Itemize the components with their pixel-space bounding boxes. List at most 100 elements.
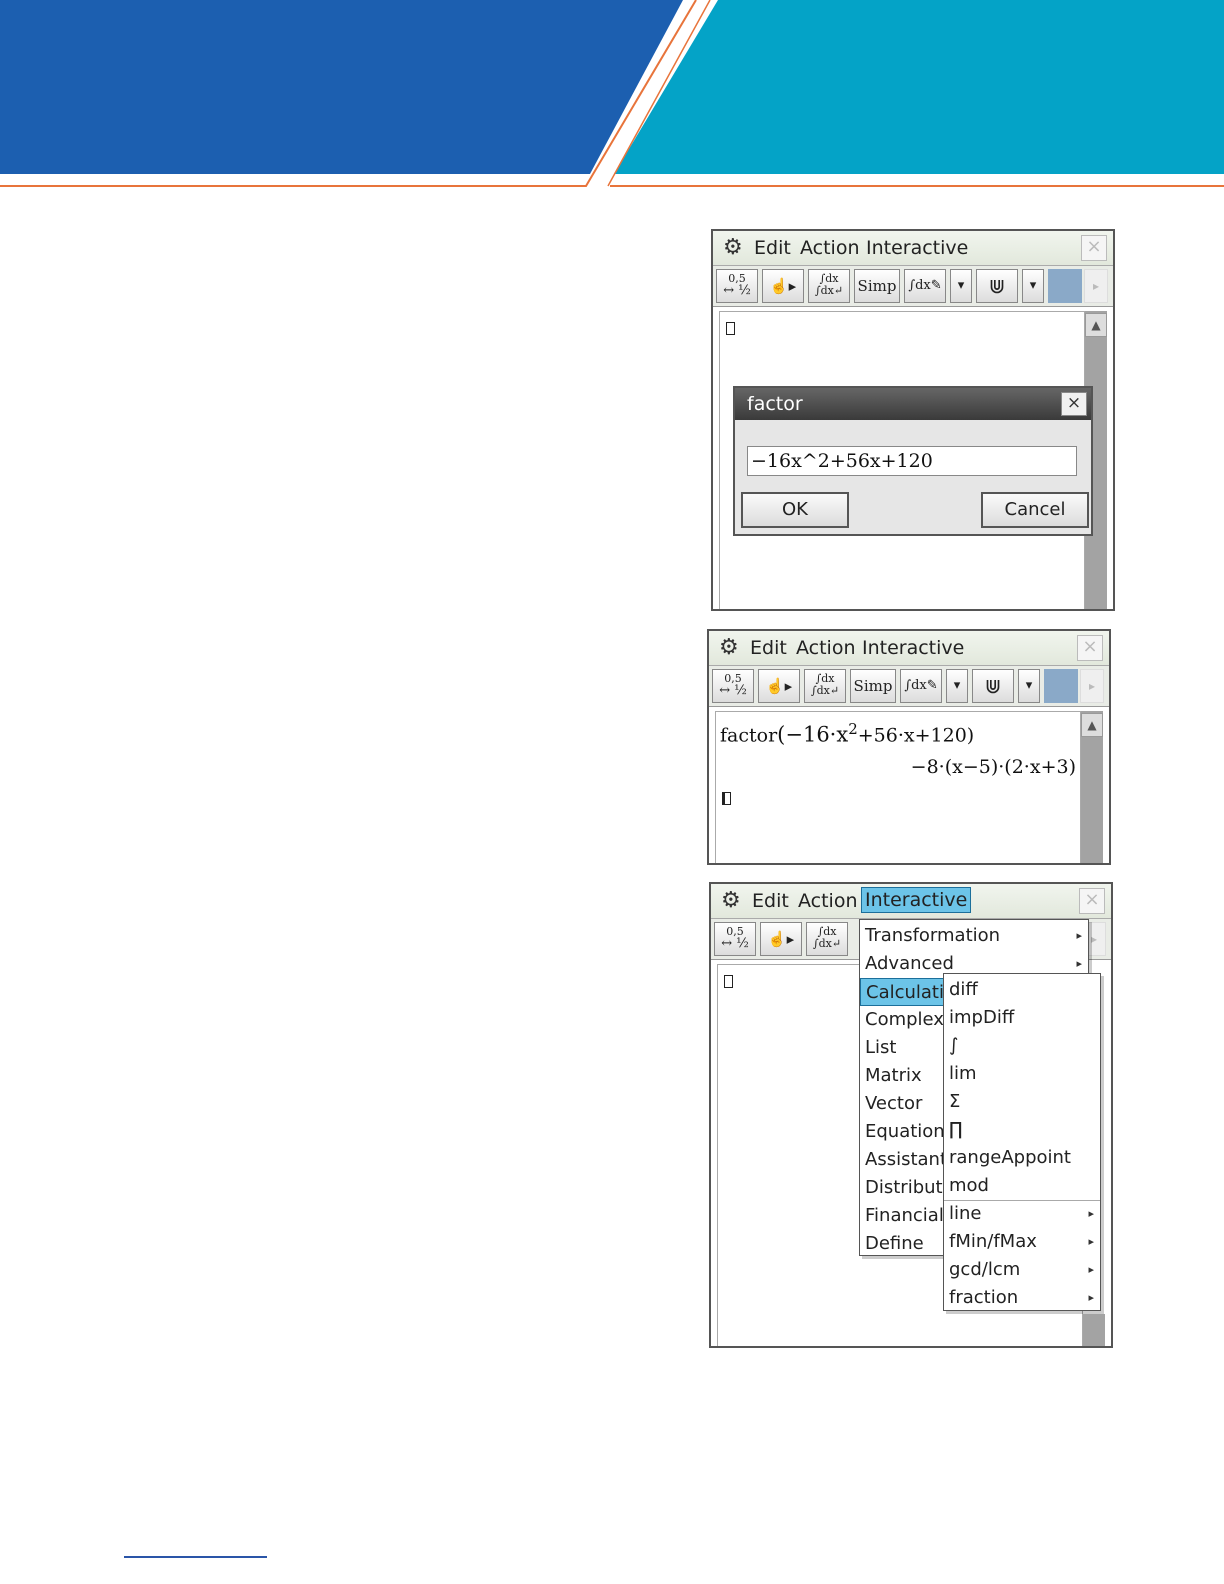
cancel-button[interactable]: Cancel [981,492,1089,528]
menu-edit[interactable]: Edit [747,636,790,660]
toolbar-scroll-right[interactable]: ▸ [1084,269,1108,303]
scroll-up-icon[interactable]: ▲ [1085,313,1107,337]
menu-item-label: Financial [865,1205,944,1226]
menu-action[interactable]: Action [797,236,863,260]
integral-button[interactable]: ∫dx ∫dx↵ [806,922,848,956]
menu-item-label: Equation/ [865,1121,951,1142]
graph-dropdown-button[interactable]: ▾ [1018,669,1040,703]
menu-item-label: Vector [865,1093,923,1114]
toolbar: 0,5 ↔ ½ ☝▸ ∫dx ∫dx↵ Simp ∫dx✎ ▾ ⋓ ▾ ▸ [709,666,1109,707]
input-cursor[interactable] [724,975,733,988]
calculator-screen-factor-result: ⚙ Edit Action Interactive × 0,5 ↔ ½ ☝▸ ∫d… [707,629,1111,865]
close-icon[interactable]: × [1081,235,1107,261]
menu-bar: ⚙ Edit Action Interactive × [713,231,1113,266]
menu-item-label: ∫ [949,1035,959,1056]
menu-item-[interactable]: Σ [944,1088,1100,1116]
submenu-arrow-icon: ▸ [1088,1207,1094,1220]
menu-interactive[interactable]: Interactive [859,636,967,660]
decimal-fraction-toggle-button[interactable]: 0,5 ↔ ½ [714,922,756,956]
gear-icon[interactable]: ⚙ [719,635,739,661]
gear-icon[interactable]: ⚙ [721,888,741,914]
menu-interactive[interactable]: Interactive [861,887,972,913]
footer-link-underline [124,1556,267,1558]
hand-tool-button[interactable]: ☝▸ [762,269,804,303]
simp-button[interactable]: Simp [854,269,900,303]
dropdown-button[interactable]: ▾ [950,269,972,303]
toolbar-blank [1048,269,1082,303]
menu-item-mod[interactable]: mod [944,1172,1100,1200]
integral-pen-button[interactable]: ∫dx✎ [904,269,946,303]
menu-item-label: line [949,1203,982,1224]
menu-item-label: List [865,1037,897,1058]
expression-args: (−16·x [777,722,849,747]
menu-item-[interactable]: ∏ [944,1116,1100,1144]
menu-edit[interactable]: Edit [751,236,794,260]
menu-bar: ⚙ Edit Action Interactive × [711,884,1111,919]
expression-input[interactable]: −16x^2+56x+120 [747,446,1077,476]
close-icon[interactable]: × [1077,635,1103,661]
integral-pen-button[interactable]: ∫dx✎ [900,669,942,703]
menu-item-line[interactable]: line ▸ [944,1200,1100,1228]
hand-tool-button[interactable]: ☝▸ [758,669,800,703]
toolbar: 0,5 ↔ ½ ☝▸ ∫dx ∫dx↵ Simp ∫dx✎ ▾ ⋓ ▾ ▸ [713,266,1113,307]
scrollbar[interactable] [1083,1314,1105,1346]
gear-icon[interactable]: ⚙ [723,235,743,261]
menu-bar: ⚙ Edit Action Interactive × [709,631,1109,666]
menu-action[interactable]: Action [795,889,861,913]
close-icon[interactable]: × [1079,888,1105,914]
menu-item-lim[interactable]: lim [944,1060,1100,1088]
graph-button[interactable]: ⋓ [976,269,1018,303]
menu-item-fraction[interactable]: fraction ▸ [944,1284,1100,1312]
banner-right-panel [614,0,1224,174]
factor-dialog: factor × −16x^2+56x+120 OK Cancel [733,386,1093,536]
menu-item-label: Assistant [865,1149,948,1170]
menu-edit[interactable]: Edit [749,889,792,913]
menu-item-rangeappoint[interactable]: rangeAppoint [944,1144,1100,1172]
decimal-fraction-toggle-button[interactable]: 0,5 ↔ ½ [712,669,754,703]
menu-item-fmin-fmax[interactable]: fMin/fMax ▸ [944,1228,1100,1256]
menu-item-label: gcd/lcm [949,1259,1021,1280]
graph-dropdown-button[interactable]: ▾ [1022,269,1044,303]
decimal-fraction-toggle-button[interactable]: 0,5 ↔ ½ [716,269,758,303]
submenu-arrow-icon: ▸ [1088,1235,1094,1248]
graph-button[interactable]: ⋓ [972,669,1014,703]
work-area[interactable]: factor(−16·x2+56·x+120) −8·(x−5)·(2·x+3) [715,711,1081,863]
menu-item-label: fMin/fMax [949,1231,1037,1252]
integral-button[interactable]: ∫dx ∫dx↵ [808,269,850,303]
function-name: factor [720,724,778,747]
input-cursor[interactable] [722,792,731,805]
menu-item-label: Advanced [865,953,954,974]
menu-item-label: Σ [949,1091,961,1112]
header-banner [0,0,1224,187]
menu-item-label: rangeAppoint [949,1147,1071,1168]
calculator-screen-interactive-menu: ⚙ Edit Action Interactive × 0,5 ↔ ½ ☝▸ ∫d… [709,882,1113,1348]
toolbar-scroll-right[interactable]: ▸ [1080,669,1104,703]
menu-item-impdiff[interactable]: impDiff [944,1004,1100,1032]
menu-item-label: Define [865,1233,924,1254]
menu-item-label: Matrix [865,1065,922,1086]
menu-item-gcd-lcm[interactable]: gcd/lcm ▸ [944,1256,1100,1284]
submenu-arrow-icon: ▸ [1076,929,1082,942]
menu-item-diff[interactable]: diff [944,976,1100,1004]
expression-rest: +56·x+120) [857,724,975,747]
ok-button[interactable]: OK [741,492,849,528]
input-expression[interactable]: factor(−16·x2+56·x+120) [720,720,974,746]
dropdown-button[interactable]: ▾ [946,669,968,703]
integral-button[interactable]: ∫dx ∫dx↵ [804,669,846,703]
menu-item-label: ∏ [949,1119,963,1140]
menu-item-transformation[interactable]: Transformation ▸ [860,922,1088,950]
menu-item-[interactable]: ∫ [944,1032,1100,1060]
dialog-close-icon[interactable]: × [1061,392,1087,416]
menu-item-label: lim [949,1063,977,1084]
menu-item-label: mod [949,1175,989,1196]
calculator-screen-factor-dialog: ⚙ Edit Action Interactive × 0,5 ↔ ½ ☝▸ ∫d… [711,229,1115,611]
hand-tool-button[interactable]: ☝▸ [760,922,802,956]
menu-action[interactable]: Action [793,636,859,660]
scroll-up-icon[interactable]: ▲ [1081,713,1103,737]
input-cursor[interactable] [726,322,735,335]
menu-item-label: Complex [865,1009,944,1030]
menu-interactive[interactable]: Interactive [863,236,971,260]
simp-button[interactable]: Simp [850,669,896,703]
scrollbar[interactable]: ▲ [1081,711,1103,863]
menu-item-label: fraction [949,1287,1019,1308]
